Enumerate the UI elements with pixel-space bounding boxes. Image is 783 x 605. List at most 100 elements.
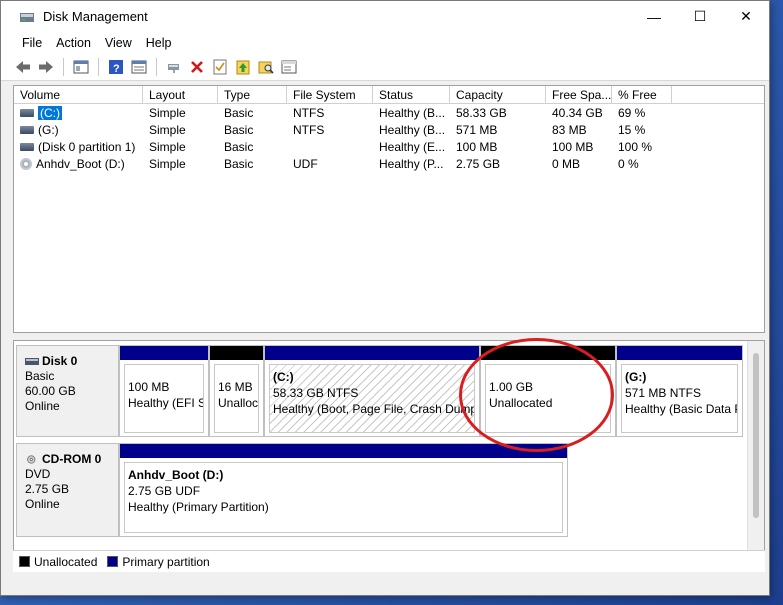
disk-state: Online <box>25 497 60 511</box>
partition-unallocated[interactable]: 1.00 GB Unallocated <box>480 345 616 437</box>
column-header-status[interactable]: Status <box>373 86 450 103</box>
table-row[interactable]: (G:) Simple Basic NTFS Healthy (B... 571… <box>14 121 764 138</box>
partition-size: 571 MB NTFS <box>625 386 702 400</box>
partition-label: Anhdv_Boot (D:) <box>128 468 224 482</box>
partition-d[interactable]: Anhdv_Boot (D:) 2.75 GB UDF Healthy (Pri… <box>119 443 568 537</box>
cdrom-0-label[interactable]: CD-ROM 0 DVD 2.75 GB Online <box>16 443 119 537</box>
partition-bar <box>265 346 479 360</box>
menu-view[interactable]: View <box>98 36 139 50</box>
forward-arrow-icon <box>39 61 53 73</box>
status-cell: Healthy (B... <box>379 122 446 137</box>
disk-graphical-view: Disk 0 Basic 60.00 GB Online 100 MB Heal… <box>13 340 765 572</box>
disk-name-row: Disk 0 <box>25 354 118 369</box>
check-icon <box>213 59 227 75</box>
disk-type: DVD <box>25 467 51 481</box>
disk-management-app-icon <box>19 10 35 24</box>
legend-swatch <box>107 556 119 567</box>
layout-cell: Simple <box>149 139 186 154</box>
properties-button[interactable] <box>71 57 91 77</box>
toolbar: ? <box>1 54 769 81</box>
partition-bar <box>120 444 567 458</box>
column-header-layout[interactable]: Layout <box>143 86 218 103</box>
partition-body: 16 MB Unalloc <box>214 364 259 433</box>
delete-button[interactable] <box>187 57 207 77</box>
import-icon <box>236 60 250 75</box>
help-icon: ? <box>109 60 123 75</box>
disk-list-button[interactable] <box>129 57 149 77</box>
search-folder-button[interactable] <box>256 57 276 77</box>
back-button[interactable] <box>13 57 33 77</box>
menu-bar: File Action View Help <box>1 32 769 54</box>
menu-action[interactable]: Action <box>49 36 98 50</box>
file-system-cell: NTFS <box>293 122 325 137</box>
table-row[interactable]: (Disk 0 partition 1) Simple Basic Health… <box>14 138 764 155</box>
disk-row: Disk 0 Basic 60.00 GB Online 100 MB Heal… <box>14 345 764 437</box>
volume-list: Volume Layout Type File System Status Ca… <box>13 85 765 333</box>
status-bar <box>1 575 769 595</box>
partition-body: Anhdv_Boot (D:) 2.75 GB UDF Healthy (Pri… <box>124 462 563 533</box>
partition-status: Healthy (EFI Sy <box>128 396 204 410</box>
table-row[interactable]: Anhdv_Boot (D:) Simple Basic UDF Healthy… <box>14 155 764 172</box>
disk-management-window: Disk Management — ☐ ✕ File Action View H… <box>0 0 770 596</box>
forward-button[interactable] <box>36 57 56 77</box>
menu-help[interactable]: Help <box>139 36 179 50</box>
minimize-button[interactable]: — <box>631 1 677 32</box>
hard-disk-icon <box>25 358 39 365</box>
column-header-volume[interactable]: Volume <box>14 86 143 103</box>
disk-type: Basic <box>25 369 55 383</box>
menu-file[interactable]: File <box>15 36 49 50</box>
disk-size: 60.00 GB <box>25 384 76 398</box>
maximize-button[interactable]: ☐ <box>677 1 723 32</box>
column-header-type[interactable]: Type <box>218 86 287 103</box>
volume-name: Anhdv_Boot (D:) <box>36 156 125 171</box>
settings-panel-button[interactable] <box>279 57 299 77</box>
properties-panel-icon <box>73 60 89 74</box>
column-header-percent-free[interactable]: % Free <box>612 86 672 103</box>
percent-free-cell: 15 % <box>618 122 646 137</box>
partition-g[interactable]: (G:) 571 MB NTFS Healthy (Basic Data P <box>616 345 743 437</box>
disk-name: CD-ROM 0 <box>42 452 102 466</box>
toolbar-separator <box>98 58 99 76</box>
scrollbar-thumb[interactable] <box>753 353 759 518</box>
column-header-free-space[interactable]: Free Spa... <box>546 86 612 103</box>
volume-name: (G:) <box>38 122 59 137</box>
check-button[interactable] <box>210 57 230 77</box>
status-cell: Healthy (E... <box>379 139 446 154</box>
partition-unallocated-small[interactable]: 16 MB Unalloc <box>209 345 264 437</box>
column-header-capacity[interactable]: Capacity <box>450 86 546 103</box>
layout-cell: Simple <box>149 105 186 120</box>
table-row[interactable]: (C:) Simple Basic NTFS Healthy (B... 58.… <box>14 104 764 121</box>
toolbar-separator <box>63 58 64 76</box>
partition-bar <box>210 346 263 360</box>
type-cell: Basic <box>224 156 254 171</box>
connect-button[interactable] <box>164 57 184 77</box>
partition-c[interactable]: (C:) 58.33 GB NTFS Healthy (Boot, Page F… <box>264 345 480 437</box>
close-button[interactable]: ✕ <box>723 1 769 32</box>
cd-drive-icon <box>20 157 32 170</box>
cd-drive-icon <box>27 455 36 464</box>
legend-item-primary: Primary partition <box>107 555 210 569</box>
free-space-cell: 0 MB <box>552 156 581 171</box>
help-button[interactable]: ? <box>106 57 126 77</box>
partition-efi[interactable]: 100 MB Healthy (EFI Sy <box>119 345 209 437</box>
partition-status: Healthy (Basic Data P <box>625 402 738 416</box>
delete-icon <box>191 61 203 73</box>
import-button[interactable] <box>233 57 253 77</box>
partition-size: 16 MB <box>218 380 253 394</box>
legend-item-unallocated: Unallocated <box>19 555 97 569</box>
partition-body: 1.00 GB Unallocated <box>485 364 611 433</box>
partition-status: Unallocated <box>489 396 553 410</box>
minimize-icon: — <box>647 8 661 25</box>
partition-size: 100 MB <box>128 380 170 394</box>
column-header-file-system[interactable]: File System <box>287 86 373 103</box>
connect-icon <box>168 64 179 73</box>
disk-state: Online <box>25 399 60 413</box>
disk-0-label[interactable]: Disk 0 Basic 60.00 GB Online <box>16 345 119 437</box>
vertical-scrollbar[interactable] <box>747 341 764 571</box>
layout-cell: Simple <box>149 122 186 137</box>
disk-size: 2.75 GB <box>25 482 70 496</box>
volume-name: (Disk 0 partition 1) <box>38 139 136 154</box>
volume-list-header: Volume Layout Type File System Status Ca… <box>14 86 764 104</box>
drive-icon <box>20 108 34 117</box>
partition-label: (C:) <box>273 370 294 384</box>
